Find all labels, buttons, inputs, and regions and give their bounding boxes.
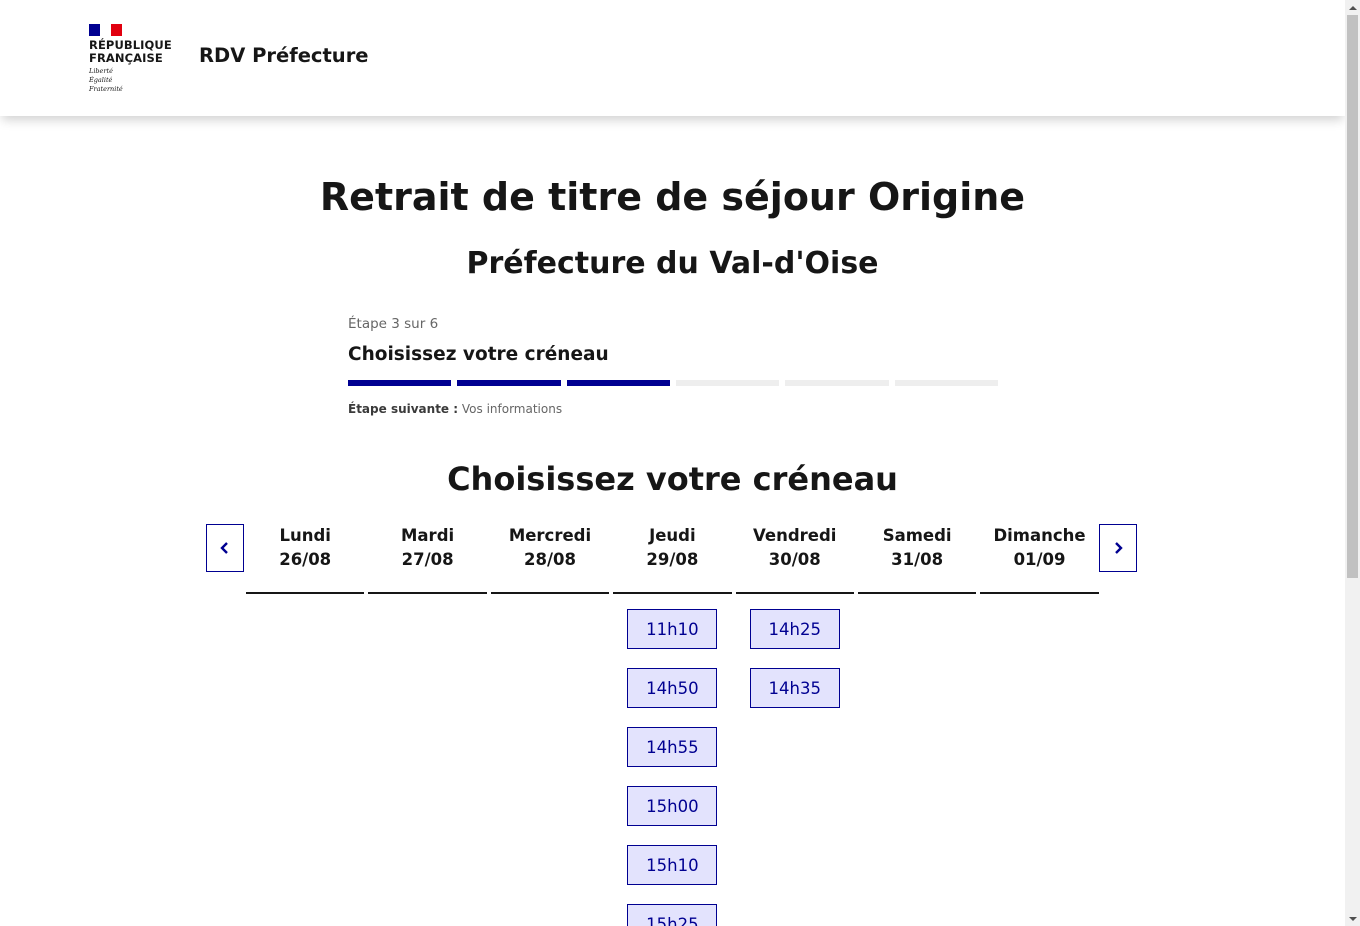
day-date: 29/08 [646,550,699,569]
day-header: Dimanche 01/09 [980,524,1099,594]
service-title[interactable]: RDV Préfecture [199,44,369,67]
day-name: Lundi [279,526,331,545]
day-header: Mercredi 28/08 [490,524,610,594]
next-step-value: Vos informations [461,402,563,416]
day-date: 27/08 [401,550,454,569]
step-bar [894,380,998,386]
day-name: Samedi [882,526,952,545]
stepper: Étape 3 sur 6 Choisissez votre créneau É… [348,314,998,417]
day-slots-column [980,609,1098,926]
step-bar [348,380,452,386]
time-slot-button[interactable]: 11h10 [627,609,718,649]
day-header: Vendredi 30/08 [735,524,854,594]
calendar-slots: 11h10 14h50 14h55 15h00 15h10 15h25 14h25 14h35 [246,609,1099,926]
day-header: Lundi 26/08 [246,524,365,594]
next-week-button[interactable] [1099,524,1137,572]
chevron-left-icon [220,542,228,554]
page-title: Retrait de titre de séjour Origine [319,175,1026,219]
step-bar [785,380,889,386]
day-slots-column [368,609,486,926]
time-slot-button[interactable]: 14h55 [627,727,718,767]
time-slot-button[interactable]: 14h50 [627,668,718,708]
step-bar [675,380,780,386]
time-slot-button[interactable]: 15h10 [627,845,718,885]
day-date: 30/08 [768,550,821,569]
republique-francaise-label: RÉPUBLIQUE FRANÇAISE [89,38,172,65]
prefecture-subtitle: Préfecture du Val-d'Oise [466,246,879,281]
french-flag-icon [89,24,122,36]
page: RÉPUBLIQUE FRANÇAISE Liberté Égalité Fra… [0,0,1345,926]
step-bar [566,380,670,386]
day-name: Jeudi [649,526,696,545]
day-slots-column [246,609,364,926]
day-slots-column [491,609,609,926]
calendar-title: Choisissez votre créneau [447,460,898,498]
step-bar [457,380,561,386]
next-step-label: Étape suivante : [348,402,459,416]
time-slot-button[interactable]: 14h35 [749,668,840,708]
day-date: 01/09 [1013,550,1066,569]
day-name: Dimanche [993,526,1086,545]
day-slots-column: 14h25 14h35 [736,609,854,926]
day-slots-column: 11h10 14h50 14h55 15h00 15h10 15h25 [613,609,731,926]
step-title: Choisissez votre créneau [348,344,609,365]
step-progress [348,380,998,386]
day-date: 26/08 [279,550,332,569]
time-slot-button[interactable]: 14h25 [749,609,840,649]
previous-week-button[interactable] [206,524,244,572]
republique-motto: Liberté Égalité Fraternité [89,67,123,93]
day-name: Mardi [401,526,455,545]
next-step: Étape suivante : Vos informations [348,401,998,417]
page-scrollbar[interactable] [1345,0,1360,926]
day-date: 28/08 [524,550,576,569]
step-state: Étape 3 sur 6 [348,316,439,332]
day-name: Mercredi [508,526,592,545]
scrollbar-thumb[interactable] [1347,15,1358,578]
time-slot-button[interactable]: 15h00 [627,786,718,826]
scroll-up-arrow-icon[interactable] [1345,0,1360,15]
day-header: Samedi 31/08 [857,524,977,594]
day-date: 31/08 [891,550,944,569]
time-slot-button[interactable]: 15h25 [627,904,718,926]
chevron-right-icon [1115,542,1123,554]
day-header: Jeudi 29/08 [613,524,732,594]
scroll-down-arrow-icon[interactable] [1345,911,1360,926]
republique-francaise-logo[interactable]: RÉPUBLIQUE FRANÇAISE Liberté Égalité Fra… [89,24,179,94]
day-name: Vendredi [753,526,837,545]
site-header: RÉPUBLIQUE FRANÇAISE Liberté Égalité Fra… [0,0,1345,116]
day-header: Mardi 27/08 [368,524,487,594]
calendar-days-header: Lundi 26/08 Mardi 27/08 Mercredi 28/08 Jeudi 29… [246,524,1099,594]
day-slots-column [858,609,976,926]
